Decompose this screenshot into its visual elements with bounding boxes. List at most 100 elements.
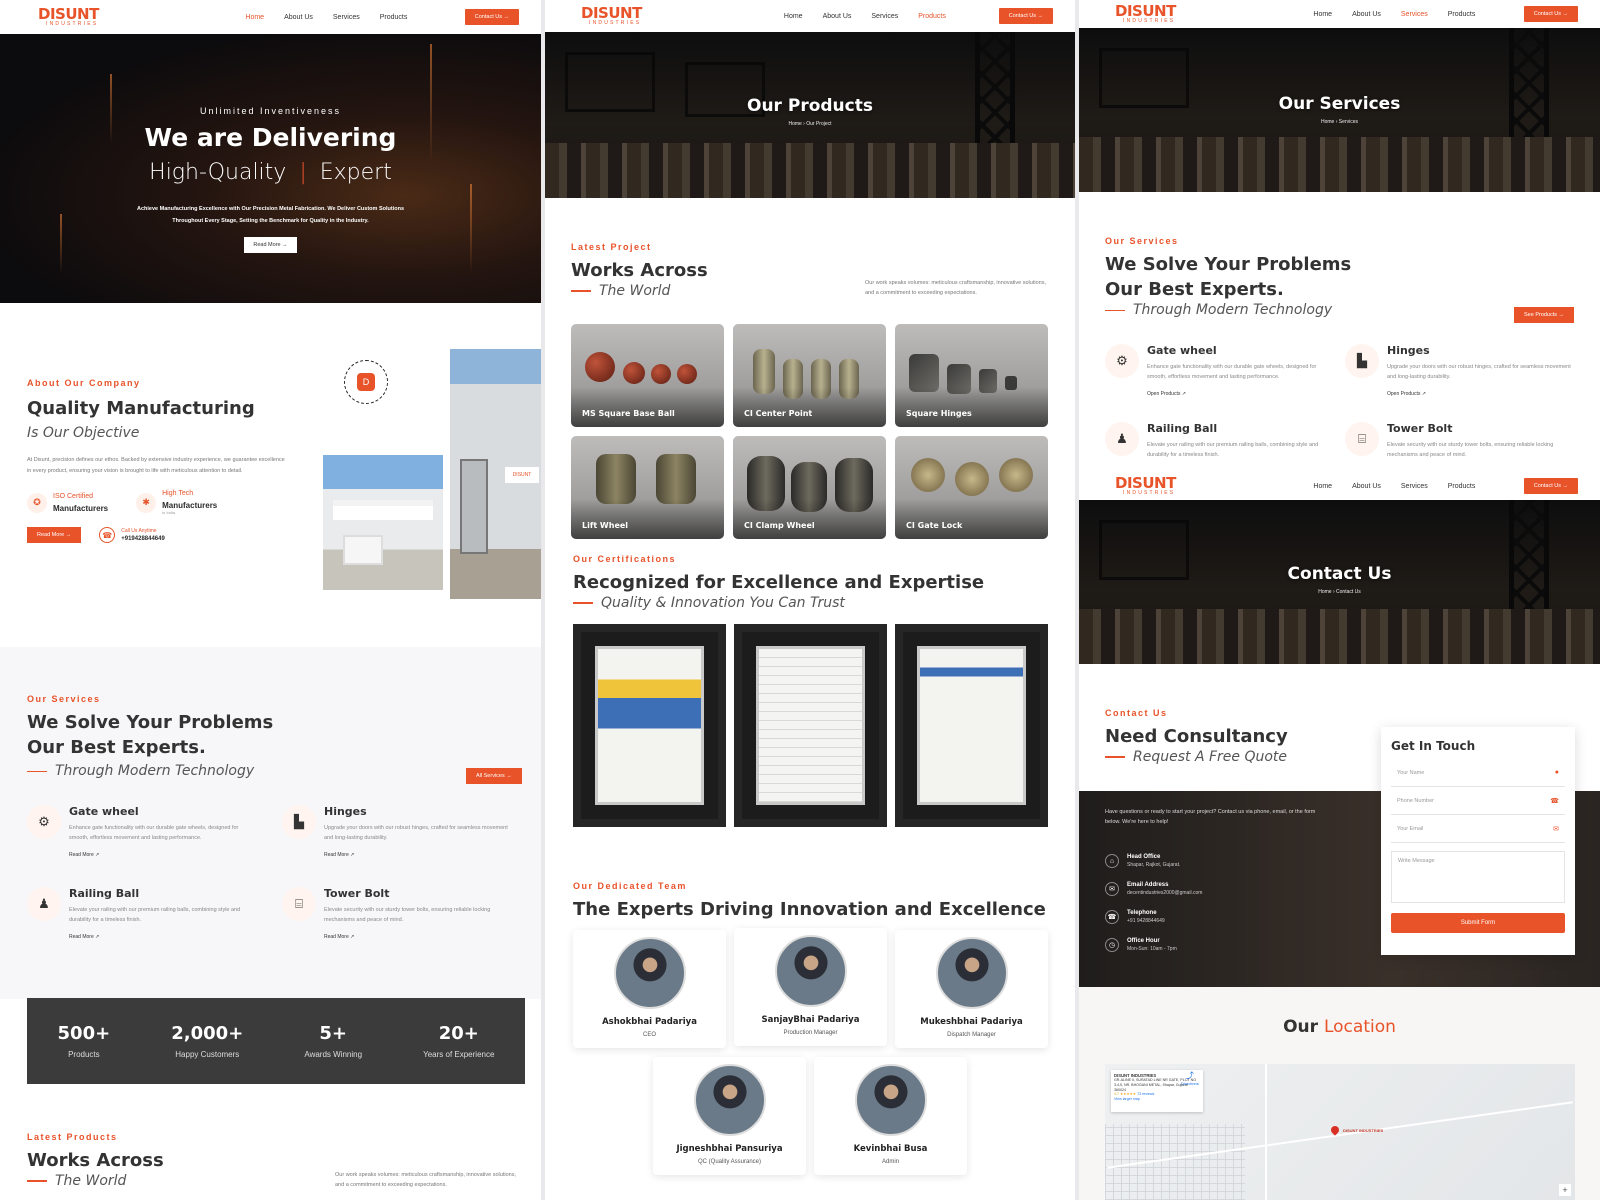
services-hero-title: Our Services — [1278, 94, 1401, 114]
avatar — [935, 937, 1008, 1009]
brand-logo[interactable]: DISUNT INDUSTRIES — [1115, 4, 1265, 24]
spark-decoration — [60, 214, 62, 274]
phone-field[interactable]: Phone Number ☎ — [1391, 787, 1565, 815]
brand-logo[interactable]: DISUNT INDUSTRIES — [1115, 476, 1265, 496]
service-card-hinges[interactable]: ▙ Hinges Upgrade your doors with our rob… — [282, 805, 512, 858]
message-field[interactable]: Write Message — [1391, 851, 1565, 903]
service-title: Tower Bolt — [324, 887, 390, 900]
service-read-more[interactable]: Read More ↗ — [324, 852, 512, 858]
nav-products[interactable]: Products — [380, 14, 408, 21]
feature-iso: ✪ ISO Certified Manufacturers — [27, 490, 108, 515]
nav-services[interactable]: Services — [333, 14, 360, 21]
certificate-frame[interactable] — [734, 624, 887, 827]
product-card[interactable]: Square Hinges — [895, 324, 1048, 427]
brand-logo[interactable]: DISUNT INDUSTRIES — [581, 6, 731, 26]
service-card-hinges[interactable]: ▙ Hinges Upgrade your doors with our rob… — [1345, 344, 1575, 397]
map-directions[interactable]: ⤴ Directions — [1181, 1070, 1199, 1086]
email-field[interactable]: Your Email ✉ — [1391, 815, 1565, 843]
contact-button[interactable]: Contact Us → — [464, 9, 519, 25]
product-name: Square Hinges — [906, 409, 972, 418]
info-value[interactable]: decentindustries2000@gmail.com — [1127, 890, 1202, 896]
product-name: CI Clamp Wheel — [744, 521, 815, 530]
logo-text: DISUNT — [1115, 474, 1176, 492]
service-desc: Elevate your railing with our premium ra… — [1147, 442, 1319, 459]
nav-about[interactable]: About Us — [823, 13, 852, 20]
nav-home[interactable]: Home — [784, 13, 803, 20]
service-card-gate-wheel[interactable]: ⚙ Gate wheel Enhance gate functionality … — [1105, 344, 1335, 397]
product-card[interactable]: Lift Wheel — [571, 436, 724, 539]
map-embed[interactable]: DISUNT INDUSTRIES GR-ALINE II, SURATAD L… — [1105, 1064, 1575, 1200]
products-hero-title: Our Products — [747, 96, 873, 116]
nav-about[interactable]: About Us — [1352, 11, 1381, 18]
contact-button[interactable]: Contact Us → — [998, 8, 1053, 24]
call-us[interactable]: ☎ Call Us Anytime +919428844649 — [99, 527, 165, 544]
nav-services[interactable]: Services — [1401, 11, 1428, 18]
service-read-more[interactable]: Read More ↗ — [324, 934, 512, 940]
team-card: Jigneshbhai Pansuriya QC (Quality Assuran… — [653, 1057, 806, 1175]
product-card[interactable]: CI Clamp Wheel — [733, 436, 886, 539]
service-read-more[interactable]: Read More ↗ — [69, 934, 257, 940]
product-card[interactable]: CI Gate Lock — [895, 436, 1048, 539]
projects-eyebrow: Latest Project — [571, 242, 652, 252]
nav-home[interactable]: Home — [1313, 483, 1332, 490]
user-icon: ● — [1554, 769, 1559, 776]
railing-ball-icon: ♟ — [27, 887, 61, 921]
about-read-more-button[interactable]: Read More → — [27, 527, 82, 544]
product-card[interactable]: CI Center Point — [733, 324, 886, 427]
contact-button[interactable]: Contact Us → — [1523, 6, 1578, 22]
nav-about[interactable]: About Us — [284, 14, 313, 21]
service-card-gate-wheel[interactable]: ⚙ Gate wheel Enhance gate functionality … — [27, 805, 257, 858]
nav-products[interactable]: Products — [1448, 483, 1476, 490]
stat-label: Happy Customers — [175, 1050, 240, 1059]
product-card[interactable]: MS Square Base Ball — [571, 324, 724, 427]
info-value[interactable]: +91 9428844649 — [1127, 918, 1165, 924]
submit-form-button[interactable]: Submit Form — [1391, 913, 1565, 933]
nav-products[interactable]: Products — [1448, 11, 1476, 18]
services-title-2: Our Best Experts. — [27, 737, 206, 759]
about-section: About Our Company Quality Manufacturing … — [27, 378, 287, 544]
contact-button[interactable]: Contact Us → — [1523, 478, 1578, 494]
nav-services[interactable]: Services — [871, 13, 898, 20]
gear-wheel-icon: ⚙ — [1105, 344, 1139, 378]
services-contact-column: DISUNT INDUSTRIES Home About Us Services… — [1079, 0, 1600, 1200]
nav-home[interactable]: Home — [1313, 11, 1332, 18]
stat-awards: 5+ Awards Winning — [304, 1023, 362, 1059]
name-field[interactable]: Your Name ● — [1391, 759, 1565, 787]
contact-title: Need Consultancy — [1105, 726, 1288, 747]
breadcrumb-home[interactable]: Home — [1318, 589, 1331, 595]
member-role: CEO — [642, 1032, 656, 1038]
service-card-railing-ball[interactable]: ♟ Railing Ball Elevate your railing with… — [1105, 422, 1335, 461]
map-larger-link[interactable]: View larger map — [1114, 1097, 1200, 1102]
nav-about[interactable]: About Us — [1352, 483, 1381, 490]
map-reviews[interactable]: 73 reviews — [1137, 1092, 1154, 1096]
contact-hero: Contact Us Home › Contact Us — [1079, 500, 1600, 664]
see-products-button[interactable]: See Products → — [1514, 307, 1575, 323]
info-telephone: ☎ Telephone +91 9428844649 — [1105, 903, 1202, 931]
certificate-frame[interactable] — [573, 624, 726, 827]
service-card-tower-bolt[interactable]: ⌸ Tower Bolt Elevate security with our s… — [1345, 422, 1575, 461]
service-open-products[interactable]: Open Products ↗ — [1387, 391, 1575, 397]
all-services-button[interactable]: All Services → — [466, 768, 522, 784]
info-key: Email Address — [1127, 882, 1169, 888]
spark-decoration — [470, 184, 472, 274]
nav-services[interactable]: Services — [1401, 483, 1428, 490]
stats-bar: 500+ Products 2,000+ Happy Customers 5+ Awa… — [27, 998, 525, 1084]
service-card-tower-bolt[interactable]: ⌸ Tower Bolt Elevate security with our s… — [282, 887, 512, 940]
brand-logo[interactable]: DISUNT INDUSTRIES — [38, 7, 188, 27]
nav-products[interactable]: Products — [918, 13, 946, 20]
logo-tagline: INDUSTRIES — [589, 20, 642, 26]
map-zoom-in[interactable]: + — [1559, 1184, 1571, 1196]
team-card: Mukeshbhai Padariya Dispatch Manager — [895, 930, 1048, 1048]
location-icon: ⌂ — [1105, 854, 1119, 868]
breadcrumb-home[interactable]: Home — [788, 121, 801, 127]
nav-home[interactable]: Home — [245, 14, 264, 21]
service-open-products[interactable]: Open Products ↗ — [1147, 391, 1335, 397]
hero-read-more-button[interactable]: Read More → — [244, 237, 297, 254]
breadcrumb-home[interactable]: Home — [1321, 119, 1334, 125]
service-read-more[interactable]: Read More ↗ — [69, 852, 257, 858]
certificate-frame[interactable] — [895, 624, 1048, 827]
info-email: ✉ Email Address decentindustries2000@gmail… — [1105, 875, 1202, 903]
products-hero: Our Products Home › Our Project — [545, 32, 1075, 198]
service-card-railing-ball[interactable]: ♟ Railing Ball Elevate your railing with… — [27, 887, 257, 940]
service-title: Railing Ball — [1147, 422, 1218, 435]
